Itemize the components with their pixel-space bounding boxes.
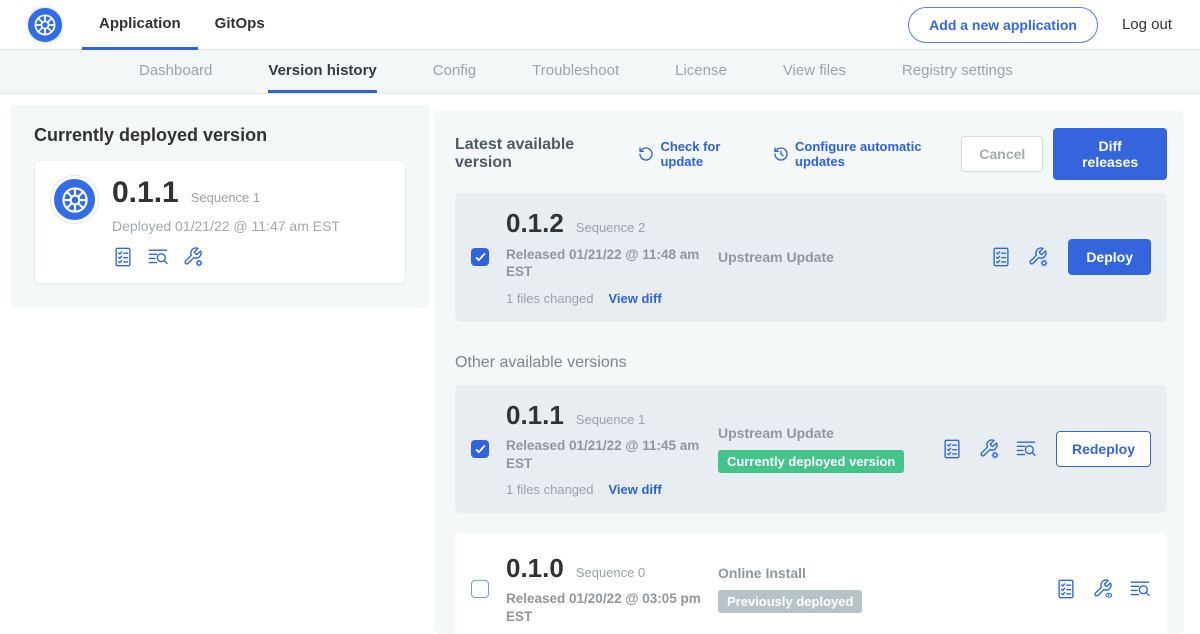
preflight-checklist-icon[interactable] [941,438,963,460]
view-diff-link[interactable]: View diff [608,291,661,306]
checkmark-icon [474,443,487,456]
version-row-0-1-2: 0.1.2 Sequence 2 Released 01/21/22 @ 11:… [455,193,1167,322]
deploy-logs-icon[interactable] [1129,578,1151,600]
subtab-version-history[interactable]: Version history [268,50,376,93]
currently-deployed-badge: Currently deployed version [718,450,904,473]
deploy-button[interactable]: Deploy [1068,239,1151,275]
files-changed-label: 1 files changed [506,482,593,497]
version-number: 0.1.0 [506,554,564,583]
sequence-label: Sequence 2 [576,220,645,235]
preflight-checklist-icon[interactable] [112,246,134,268]
config-wrench-icon[interactable] [1027,246,1049,268]
subtab-registry-settings[interactable]: Registry settings [902,50,1013,93]
deploy-logs-icon[interactable] [147,246,169,268]
version-checkbox[interactable] [471,580,489,598]
subtab-dashboard[interactable]: Dashboard [139,50,212,93]
version-row-0-1-1: 0.1.1 Sequence 1 Released 01/21/22 @ 11:… [455,385,1167,514]
diff-releases-button[interactable]: Diff releases [1053,128,1167,180]
deployed-version-number: 0.1.1 [112,176,179,209]
view-diff-link[interactable]: View diff [608,482,661,497]
subtab-view-files[interactable]: View files [783,50,846,93]
version-source-label: Upstream Update [718,425,941,441]
deploy-logs-icon[interactable] [1015,438,1037,460]
helm-wheel-icon [31,11,59,39]
check-for-update-label: Check for update [660,139,758,169]
app-subnav: Dashboard Version history Config Trouble… [0,50,1200,94]
deployed-version-card: 0.1.1 Sequence 1 Deployed 01/21/22 @ 11:… [34,160,406,284]
cancel-button[interactable]: Cancel [961,136,1043,172]
other-versions-title: Other available versions [455,354,1167,372]
deployed-timestamp: Deployed 01/21/22 @ 11:47 am EST [112,218,340,234]
configure-automatic-updates-link[interactable]: Configure automatic updates [773,139,961,169]
tab-application[interactable]: Application [82,0,198,50]
subtab-troubleshoot[interactable]: Troubleshoot [532,50,619,93]
app-icon [51,176,98,223]
currently-deployed-title: Currently deployed version [34,125,406,146]
configure-updates-label: Configure automatic updates [795,139,961,169]
latest-version-title: Latest available version [455,136,623,172]
redeploy-button[interactable]: Redeploy [1056,431,1151,467]
version-source-label: Online Install [718,565,1055,581]
version-row-0-1-0: 0.1.0 Sequence 0 Released 01/20/22 @ 03:… [455,533,1167,634]
config-view-icon[interactable] [1092,578,1114,600]
checkmark-icon [474,251,487,264]
logout-link[interactable]: Log out [1098,16,1200,33]
sequence-label: Sequence 1 [576,412,645,427]
config-wrench-icon[interactable] [978,438,1000,460]
topnav-right: Add a new application Log out [908,7,1200,43]
version-source-label: Upstream Update [718,249,990,265]
released-timestamp: Released 01/20/22 @ 03:05 pm EST [506,590,706,625]
files-changed-label: 1 files changed [506,291,593,306]
subtab-license[interactable]: License [675,50,727,93]
kubernetes-logo [26,6,64,44]
main-content: Currently deployed version 0.1.1 Sequenc… [0,94,1200,634]
helm-wheel-icon [58,183,92,217]
version-number: 0.1.1 [506,401,564,430]
currently-deployed-card: Currently deployed version 0.1.1 Sequenc… [10,105,430,308]
tab-gitops[interactable]: GitOps [198,0,282,50]
released-timestamp: Released 01/21/22 @ 11:45 am EST [506,437,706,472]
top-nav: Application GitOps Add a new application… [0,0,1200,50]
latest-version-header: Latest available version Check for updat… [455,128,1167,180]
subtab-config[interactable]: Config [433,50,476,93]
refresh-icon [638,146,654,162]
preflight-checklist-icon[interactable] [990,246,1012,268]
deployed-sequence-label: Sequence 1 [191,190,260,205]
version-checkbox[interactable] [471,248,489,266]
preflight-checklist-icon[interactable] [1055,578,1077,600]
previously-deployed-badge: Previously deployed [718,590,862,613]
sequence-label: Sequence 0 [576,565,645,580]
add-application-button[interactable]: Add a new application [908,7,1098,43]
version-history-panel: Latest available version Check for updat… [434,110,1184,634]
released-timestamp: Released 01/21/22 @ 11:48 am EST [506,246,706,281]
clock-refresh-icon [773,146,789,162]
config-wrench-icon[interactable] [182,246,204,268]
check-for-update-link[interactable]: Check for update [638,139,758,169]
version-checkbox[interactable] [471,440,489,458]
version-number: 0.1.2 [506,209,564,238]
